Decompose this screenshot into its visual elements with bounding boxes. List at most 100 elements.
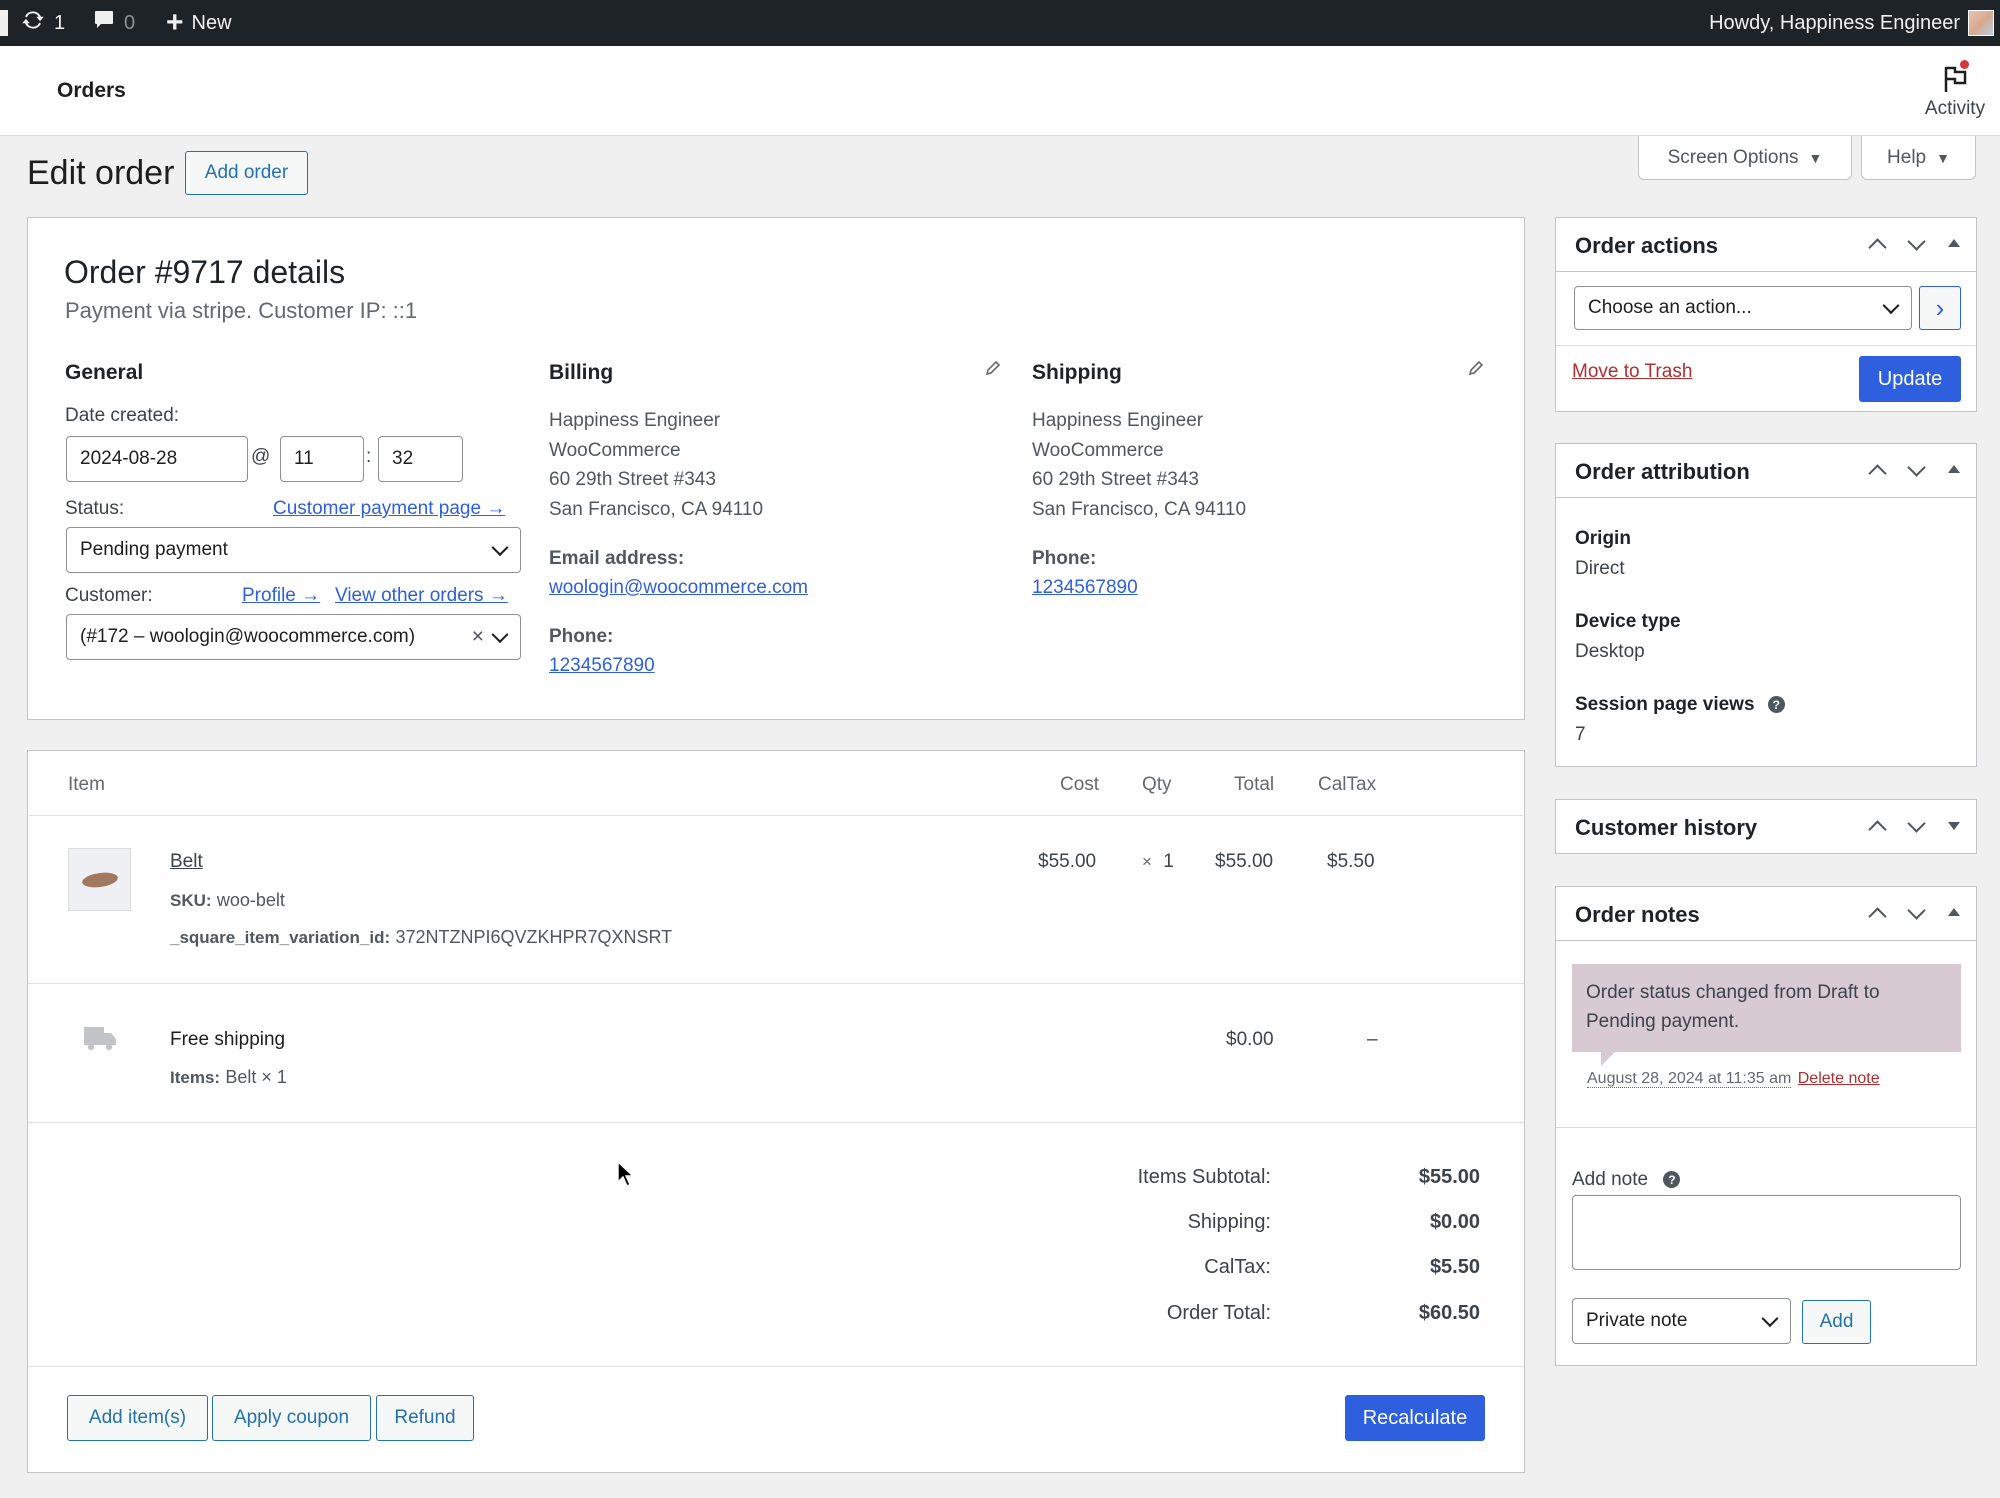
add-note-label-text: Add note — [1572, 1169, 1649, 1190]
col-total-header: Total — [1234, 774, 1275, 795]
move-to-trash-link[interactable]: Move to Trash — [1572, 361, 1692, 383]
shipping-name: Happiness Engineer — [1032, 410, 1204, 431]
order-notes-header: Order notes — [1556, 887, 1976, 941]
move-down-chevron-icon[interactable] — [1904, 901, 1928, 925]
colon-separator: : — [366, 446, 372, 467]
add-order-button[interactable]: Add order — [185, 151, 308, 195]
customer-label: Customer: — [65, 585, 153, 606]
collapse-toggle-icon[interactable] — [1942, 458, 1966, 482]
note-type-select[interactable]: Private note — [1572, 1298, 1791, 1344]
move-down-chevron-icon[interactable] — [1904, 458, 1928, 482]
edit-billing-pencil-icon[interactable] — [984, 359, 1002, 382]
new-label: New — [191, 11, 232, 34]
wp-logo-stub[interactable] — [0, 0, 8, 46]
order-total-value: $60.50 — [1418, 1302, 1480, 1324]
caret-down-icon: ▼ — [1808, 149, 1823, 166]
add-note-textarea[interactable] — [1572, 1195, 1961, 1270]
add-note-label: Add note ? — [1572, 1169, 1681, 1191]
product-sku: SKU: woo-belt — [170, 890, 285, 912]
move-down-chevron-icon[interactable] — [1904, 232, 1928, 256]
customer-history-box: Customer history — [1555, 799, 1977, 854]
refresh-icon — [20, 7, 46, 39]
divider — [28, 1122, 1524, 1123]
updates-button[interactable]: 1 — [20, 0, 65, 46]
order-action-select[interactable]: Choose an action... — [1574, 286, 1912, 330]
order-attribution-box: Order attribution Origin Direct Device t… — [1555, 443, 1977, 767]
move-up-chevron-icon[interactable] — [1865, 901, 1889, 925]
customer-history-header[interactable]: Customer history — [1556, 800, 1976, 854]
billing-heading: Billing — [549, 361, 614, 384]
refund-button[interactable]: Refund — [376, 1395, 474, 1441]
shipping-total: $0.00 — [1226, 1029, 1274, 1050]
admin-bar: 1 0 + New Howdy, Happiness Engineer — [0, 0, 2000, 46]
at-symbol: @ — [251, 446, 271, 467]
device-type-label: Device type — [1575, 611, 1681, 632]
help-button[interactable]: Help ▼ — [1861, 136, 1976, 180]
billing-email-link[interactable]: woologin@woocommerce.com — [549, 577, 808, 599]
apply-coupon-button[interactable]: Apply coupon — [212, 1395, 371, 1441]
recalculate-button[interactable]: Recalculate — [1345, 1395, 1485, 1441]
minute-input[interactable]: 32 — [378, 436, 463, 482]
profile-link[interactable]: Profile → — [242, 585, 320, 607]
updates-count: 1 — [54, 11, 66, 34]
page-title: Edit order — [27, 154, 175, 192]
move-up-chevron-icon[interactable] — [1865, 458, 1889, 482]
customer-history-title: Customer history — [1575, 815, 1758, 840]
plus-icon: + — [166, 6, 184, 39]
add-note-button[interactable]: Add — [1802, 1300, 1871, 1344]
comments-button[interactable]: 0 — [92, 0, 135, 46]
sku-value: woo-belt — [216, 890, 285, 910]
qty-times-symbol: × — [1142, 852, 1152, 871]
screen-options-button[interactable]: Screen Options ▼ — [1638, 136, 1852, 180]
note-bubble-tail — [1601, 1052, 1615, 1066]
billing-phone-label: Phone: — [549, 626, 614, 647]
clear-customer-icon[interactable]: × — [472, 625, 484, 649]
customer-payment-page-link[interactable]: Customer payment page → — [273, 498, 505, 520]
move-up-chevron-icon[interactable] — [1865, 232, 1889, 256]
customer-select[interactable]: (#172 – woologin@woocommerce.com) × — [66, 614, 521, 660]
order-notes-box: Order notes Order status changed from Dr… — [1555, 886, 1977, 1366]
activity-button[interactable]: Activity — [1910, 46, 2000, 136]
col-tax-header: CalTax — [1318, 774, 1377, 795]
col-qty-header: Qty — [1142, 774, 1172, 795]
add-items-button[interactable]: Add item(s) — [67, 1395, 208, 1441]
new-content-button[interactable]: + New — [166, 0, 232, 46]
woocommerce-header: Orders Activity — [0, 46, 2000, 136]
order-attribution-header: Order attribution — [1556, 444, 1976, 498]
view-other-orders-link[interactable]: View other orders → — [335, 585, 508, 607]
help-label: Help — [1887, 146, 1927, 168]
billing-address: Happiness Engineer WooCommerce 60 29th S… — [549, 406, 763, 524]
delete-note-link[interactable]: Delete note — [1798, 1070, 1880, 1087]
date-input[interactable]: 2024-08-28 — [66, 436, 248, 482]
billing-phone-link[interactable]: 1234567890 — [549, 655, 655, 677]
hour-input[interactable]: 11 — [280, 436, 364, 482]
status-select[interactable]: Pending payment — [66, 527, 521, 573]
session-views-label-text: Session page views — [1575, 694, 1755, 715]
col-item-header: Item — [68, 774, 105, 795]
shipping-phone-label: Phone: — [1032, 548, 1097, 569]
order-note-meta: August 28, 2024 at 11:35 am Delete note — [1587, 1070, 1880, 1088]
order-total-label: Order Total: — [1166, 1302, 1271, 1324]
my-account[interactable]: Howdy, Happiness Engineer — [1709, 0, 1994, 46]
edit-shipping-pencil-icon[interactable] — [1467, 359, 1485, 382]
avatar — [1968, 10, 1994, 36]
collapse-toggle-icon[interactable] — [1942, 232, 1966, 256]
apply-action-button[interactable]: › — [1919, 286, 1961, 330]
product-link[interactable]: Belt — [170, 851, 203, 873]
truck-icon — [84, 1025, 116, 1056]
product-qty: × 1 — [1142, 851, 1174, 873]
belt-image — [81, 870, 119, 890]
collapse-toggle-icon[interactable] — [1942, 901, 1966, 925]
divider — [28, 1366, 1524, 1367]
move-up-chevron-icon[interactable] — [1865, 814, 1889, 838]
expand-toggle-icon[interactable] — [1942, 814, 1966, 838]
help-icon[interactable]: ? — [1663, 1171, 1681, 1189]
help-icon[interactable]: ? — [1767, 696, 1785, 714]
flag-icon — [1942, 64, 1970, 99]
shipping-phone-link[interactable]: 1234567890 — [1032, 577, 1138, 599]
comment-icon — [92, 8, 116, 38]
move-down-chevron-icon[interactable] — [1904, 814, 1928, 838]
billing-name: Happiness Engineer — [549, 410, 721, 431]
update-button[interactable]: Update — [1859, 356, 1961, 402]
activity-label: Activity — [1924, 98, 1986, 119]
